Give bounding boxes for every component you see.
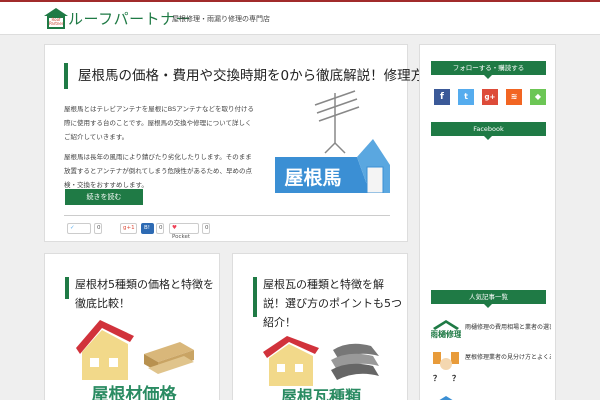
title-accent-bar [253, 277, 257, 317]
title-accent-bar [64, 63, 68, 89]
house-icon [76, 320, 134, 380]
gplus-icon[interactable]: g+ [482, 89, 498, 105]
hatena-count: 0 [156, 223, 164, 234]
facebook-icon[interactable]: f [434, 89, 450, 105]
popular-item[interactable]: 雨樋修理 雨樋修理の費用相場と業者の選び方を解説 [431, 318, 551, 340]
popular-item[interactable]: ？ ？ 屋根修理業者の見分け方とよくある質問まとめ [431, 348, 551, 384]
sidebar: フォローする・購読する f t g+ ≋ ◆ Facebook 人気記事一覧 雨… [419, 44, 556, 400]
article-card: 屋根材5種類の価格と特徴を徹底比較！ 屋根材価格 [44, 253, 220, 400]
question-mark-icon: ？ [433, 374, 441, 383]
feedly-icon[interactable]: ◆ [530, 89, 546, 105]
excerpt-paragraph: 屋根馬は長年の風雨により錆びたり劣化したりします。そのまま放置するとアンテナが倒… [64, 153, 253, 189]
antenna-icon [314, 90, 360, 154]
article-thumbnail[interactable]: 屋根材価格 [72, 320, 197, 400]
pocket-button[interactable]: ♥ Pocket [169, 223, 199, 240]
hatena-icon: B! [144, 225, 150, 231]
popular-thumbnail: 雨樋修理 [431, 320, 461, 339]
popular-item-title: 屋根修理業者の見分け方とよくある質問まとめ [465, 354, 551, 361]
hatena-button[interactable]: B! [141, 223, 154, 234]
twitter-icon: ✓ [70, 225, 75, 231]
facebook-widget-title: Facebook [431, 122, 546, 140]
tweet-count: 0 [94, 223, 102, 234]
house-window [366, 166, 384, 193]
popular-item-title: 雨樋修理の費用相場と業者の選び方を解説 [465, 324, 551, 331]
pocket-label: Pocket [172, 234, 191, 240]
tweet-button[interactable]: ✓ [67, 223, 91, 234]
read-more-button[interactable]: 続きを読む [65, 189, 143, 205]
person-icon [451, 352, 459, 364]
pocket-count: 0 [202, 223, 210, 234]
twitter-icon[interactable]: t [458, 89, 474, 105]
person-icon [433, 352, 441, 364]
popular-item[interactable] [431, 394, 551, 400]
article-card: 屋根瓦の種類と特徴を解説！選び方のポイントも5つ紹介！ 屋根瓦種類 [232, 253, 408, 400]
share-buttons: ✓ 0 g+1 B! 0 ♥ Pocket 0 [67, 223, 397, 240]
article-title[interactable]: 屋根材5種類の価格と特徴を徹底比較！ [75, 275, 215, 313]
article-thumbnail[interactable]: 屋根瓦種類 [261, 336, 383, 400]
lumber-icon [144, 342, 194, 374]
thumbnail-caption: 雨樋修理 [431, 329, 461, 339]
question-mark-icon: ？ [452, 374, 460, 383]
site-header: Roof Partner ルーフパートナー 屋根修理・雨漏り修理の専門店 [0, 2, 600, 35]
popular-widget-title: 人気記事一覧 [431, 290, 546, 308]
thumbnail-caption: 屋根材価格 [92, 384, 178, 400]
site-tagline: 屋根修理・雨漏り修理の専門店 [172, 15, 270, 23]
featured-thumbnail[interactable]: 屋根馬 [275, 83, 390, 193]
gplus-button[interactable]: g+1 [120, 223, 137, 234]
face-icon [440, 358, 452, 370]
excerpt-paragraph: 屋根馬とはテレビアンテナを屋根にBSアンテナなどを取り付ける際に使用する台のこと… [64, 105, 254, 141]
popular-thumbnail: ？ ？ [433, 352, 460, 383]
pocket-icon: ♥ [172, 225, 177, 231]
popular-thumbnail [439, 396, 453, 400]
rss-icon[interactable]: ≋ [506, 89, 522, 105]
roof-icon [439, 396, 453, 400]
site-logo[interactable]: Roof Partner [44, 8, 68, 30]
follow-widget-title: フォローする・購読する [431, 61, 546, 79]
featured-article-card: 屋根馬の価格・費用や交換時期を0から徹底解説！修理方法も紹介 屋根馬とはテレビア… [44, 44, 478, 242]
thumbnail-caption: 屋根馬 [284, 166, 341, 189]
roof-tiles-icon [331, 343, 379, 380]
roof-icon [433, 320, 459, 330]
logo-text: Roof Partner [47, 16, 65, 29]
logo-roof-icon [44, 8, 68, 16]
gplus-label: +1 [126, 225, 135, 231]
title-accent-bar [65, 277, 69, 299]
featured-article-excerpt: 屋根馬とはテレビアンテナを屋根にBSアンテナなどを取り付ける際に使用する台のこと… [64, 102, 254, 192]
house-icon [263, 336, 319, 386]
thumbnail-caption: 屋根瓦種類 [281, 387, 362, 400]
article-title[interactable]: 屋根瓦の種類と特徴を解説！選び方のポイントも5つ紹介！ [263, 275, 403, 332]
divider [64, 215, 390, 216]
